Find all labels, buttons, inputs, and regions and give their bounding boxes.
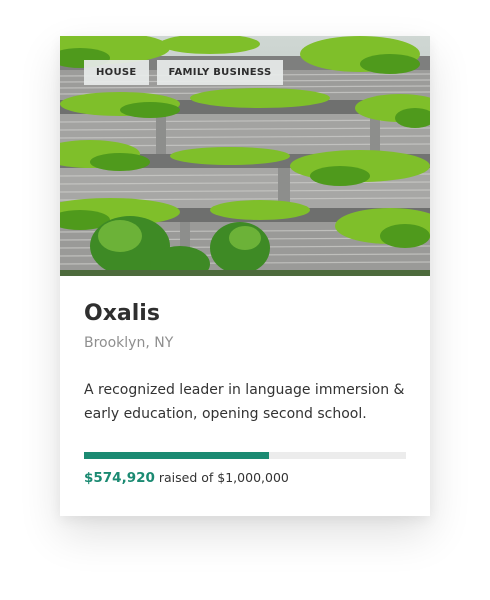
- campaign-card[interactable]: HOUSE FAMILY BUSINESS Oxalis Brooklyn, N…: [60, 36, 430, 516]
- tag-list: HOUSE FAMILY BUSINESS: [84, 60, 284, 85]
- funding-progress-bar: [84, 452, 406, 459]
- tag-family-business[interactable]: FAMILY BUSINESS: [156, 60, 284, 85]
- raised-goal: raised of $1,000,000: [158, 470, 289, 485]
- funding-progress-fill: [84, 452, 270, 459]
- card-description: A recognized leader in language immersio…: [84, 382, 405, 422]
- card-title[interactable]: Oxalis: [84, 300, 406, 328]
- raised-text: $574,920 raised of $1,000,000: [84, 470, 289, 486]
- card-content: Oxalis Brooklyn, NY A recognized leader …: [84, 300, 406, 486]
- card-location: Brooklyn, NY: [84, 335, 174, 351]
- tag-house[interactable]: HOUSE: [84, 60, 149, 85]
- hero-image: HOUSE FAMILY BUSINESS: [60, 36, 430, 276]
- raised-amount: $574,920: [84, 470, 155, 486]
